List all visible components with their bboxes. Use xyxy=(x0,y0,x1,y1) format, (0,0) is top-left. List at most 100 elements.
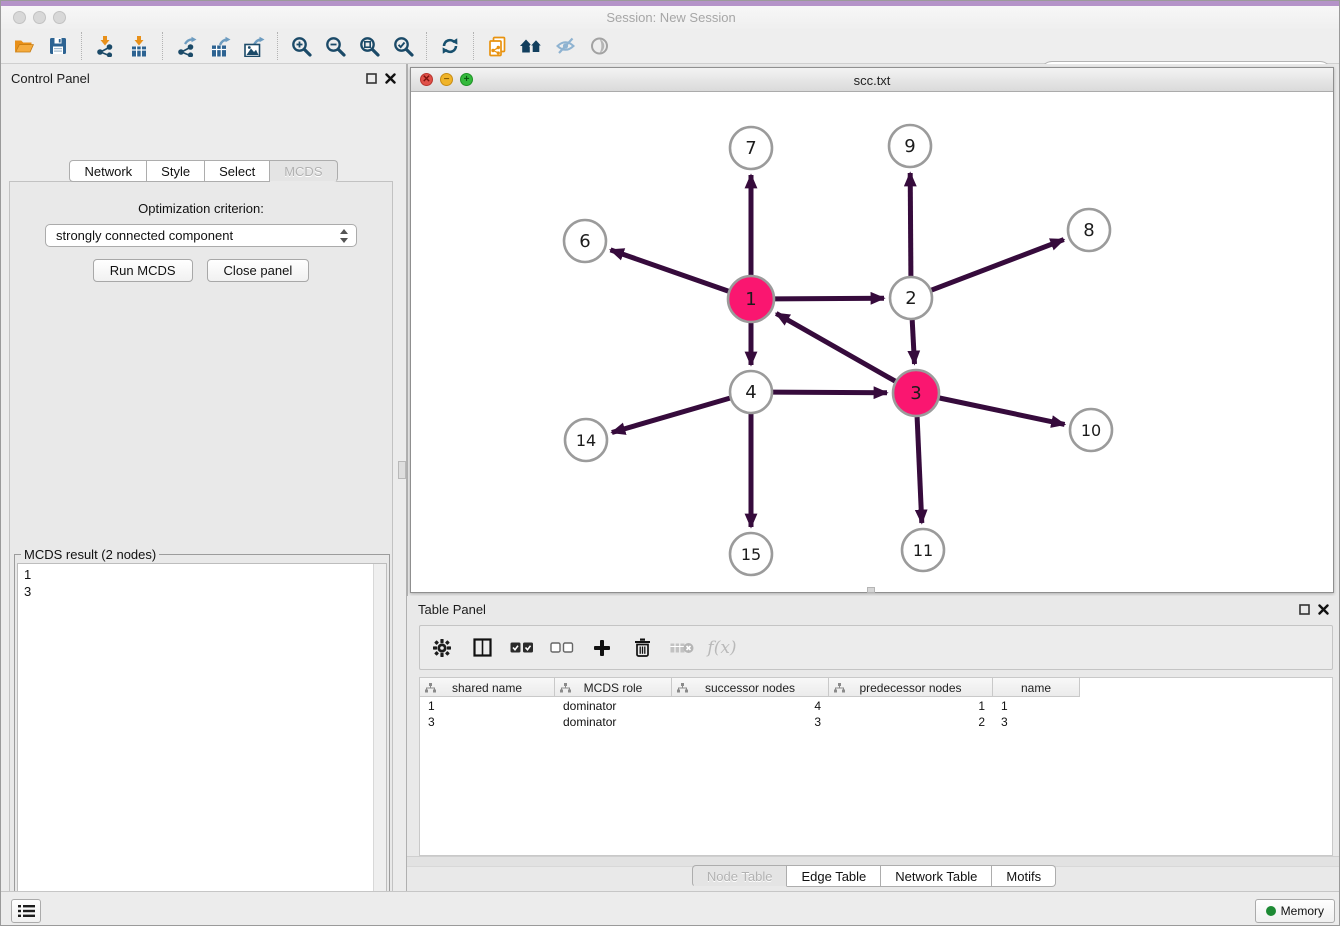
import-table-button[interactable] xyxy=(122,29,156,63)
checked-boxes-icon xyxy=(510,642,534,653)
mcds-result-list[interactable]: 13 xyxy=(17,563,387,926)
table-row[interactable]: 1dominator411 xyxy=(420,698,1080,714)
columns-icon xyxy=(473,638,492,657)
graph-edge-4-3[interactable] xyxy=(773,392,887,393)
close-panel-icon[interactable] xyxy=(383,71,397,85)
graph-node-7[interactable]: 7 xyxy=(730,127,772,169)
zoom-in-icon xyxy=(291,36,312,57)
hide-selected-button[interactable] xyxy=(548,29,582,63)
export-table-button[interactable] xyxy=(203,29,237,63)
float-panel-icon[interactable] xyxy=(364,71,378,85)
show-hidden-button[interactable] xyxy=(582,29,616,63)
close-panel-button[interactable]: Close panel xyxy=(207,259,310,282)
table-cell: 3 xyxy=(993,714,1080,730)
graph-edge-2-3[interactable] xyxy=(912,320,914,364)
column-header-successor-nodes[interactable]: successor nodes xyxy=(672,678,829,697)
node-label: 7 xyxy=(745,138,756,159)
column-header-MCDS-role[interactable]: MCDS role xyxy=(555,678,672,697)
result-scrollbar[interactable] xyxy=(373,564,386,926)
table-row[interactable]: 3dominator323 xyxy=(420,714,1080,730)
tab-style[interactable]: Style xyxy=(147,160,205,182)
export-network-button[interactable] xyxy=(169,29,203,63)
graph-edge-3-10[interactable] xyxy=(940,398,1065,424)
export-image-button[interactable] xyxy=(237,29,271,63)
graph-node-14[interactable]: 14 xyxy=(565,419,607,461)
node-label: 9 xyxy=(904,136,915,157)
node-label: 4 xyxy=(745,382,756,403)
tab-network[interactable]: Network xyxy=(69,160,147,182)
run-mcds-button[interactable]: Run MCDS xyxy=(93,259,193,282)
control-panel-title: Control Panel xyxy=(11,71,90,86)
toolbar-separator xyxy=(277,32,278,60)
node-table[interactable]: shared nameMCDS rolesuccessor nodes prede… xyxy=(419,677,1333,856)
table-settings-button[interactable] xyxy=(430,636,454,660)
view-resize-handle[interactable] xyxy=(867,587,875,593)
graph-node-2[interactable]: 2 xyxy=(890,277,932,319)
criterion-select[interactable]: strongly connected component xyxy=(45,224,357,247)
save-session-button[interactable] xyxy=(41,29,75,63)
float-table-panel-icon[interactable] xyxy=(1297,602,1311,616)
select-all-button[interactable] xyxy=(510,636,534,660)
zoom-fit-button[interactable] xyxy=(352,29,386,63)
network-window-titlebar[interactable]: ✕ − + scc.txt xyxy=(411,68,1333,92)
column-header-predecessor-nodes[interactable]: predecessor nodes xyxy=(829,678,993,697)
graph-edge-2-9[interactable] xyxy=(910,173,911,276)
zoom-out-button[interactable] xyxy=(318,29,352,63)
close-table-panel-icon[interactable] xyxy=(1316,602,1330,616)
control-panel-header: Control Panel xyxy=(1,64,406,92)
clone-network-button[interactable] xyxy=(480,29,514,63)
column-header-shared-name[interactable]: shared name xyxy=(420,678,555,697)
zoom-in-button[interactable] xyxy=(284,29,318,63)
hierarchy-icon xyxy=(425,683,436,693)
column-header-label: predecessor nodes xyxy=(859,681,961,695)
tab-motifs[interactable]: Motifs xyxy=(992,865,1056,887)
table-cell: 2 xyxy=(829,714,993,730)
function-builder-button-disabled[interactable]: f(x) xyxy=(710,636,734,660)
toolbar-separator xyxy=(473,32,474,60)
refresh-layout-button[interactable] xyxy=(433,29,467,63)
create-column-button[interactable] xyxy=(590,636,614,660)
open-session-button[interactable] xyxy=(7,29,41,63)
titlebar[interactable]: Session: New Session xyxy=(1,6,1340,29)
toolbar-separator xyxy=(426,32,427,60)
graph-node-9[interactable]: 9 xyxy=(889,125,931,167)
task-history-button[interactable] xyxy=(11,899,41,923)
import-network-icon xyxy=(95,36,115,57)
hierarchy-icon xyxy=(677,683,688,693)
table-cell: dominator xyxy=(555,698,672,714)
graph-node-6[interactable]: 6 xyxy=(564,220,606,262)
zoom-selected-button[interactable] xyxy=(386,29,420,63)
home-button[interactable] xyxy=(514,29,548,63)
select-stepper-icon xyxy=(339,229,349,243)
tab-network-table[interactable]: Network Table xyxy=(881,865,992,887)
graph-node-3[interactable]: 3 xyxy=(893,370,939,416)
divider-handle[interactable] xyxy=(398,461,406,479)
import-network-button[interactable] xyxy=(88,29,122,63)
column-header-name[interactable]: name xyxy=(993,678,1080,697)
tab-edge-table[interactable]: Edge Table xyxy=(787,865,881,887)
graph-node-11[interactable]: 11 xyxy=(902,529,944,571)
graph-edge-1-6[interactable] xyxy=(611,250,729,291)
graph-node-15[interactable]: 15 xyxy=(730,533,772,575)
graph-node-4[interactable]: 4 xyxy=(730,371,772,413)
show-columns-button[interactable] xyxy=(470,636,494,660)
graph-node-8[interactable]: 8 xyxy=(1068,209,1110,251)
list-icon xyxy=(18,904,35,918)
delete-column-button[interactable] xyxy=(630,636,654,660)
tab-select[interactable]: Select xyxy=(205,160,270,182)
tab-mcds[interactable]: MCDS xyxy=(270,160,337,182)
graph-edge-3-11[interactable] xyxy=(917,417,922,523)
delete-table-button-disabled[interactable] xyxy=(670,636,694,660)
network-canvas[interactable]: 7 9 6 8 1 2 4 3 14 10 15 11 xyxy=(411,92,1333,592)
graph-node-10[interactable]: 10 xyxy=(1070,409,1112,451)
graph-edge-3-1[interactable] xyxy=(776,313,895,381)
graph-node-1[interactable]: 1 xyxy=(728,276,774,322)
deselect-all-button[interactable] xyxy=(550,636,574,660)
node-label: 1 xyxy=(745,289,756,310)
graph-edge-4-14[interactable] xyxy=(612,398,730,432)
mcds-result-lines: 13 xyxy=(24,566,380,600)
tab-node-table[interactable]: Node Table xyxy=(692,865,788,887)
memory-button[interactable]: Memory xyxy=(1255,899,1335,923)
graph-edge-1-2[interactable] xyxy=(775,298,884,299)
graph-edge-2-8[interactable] xyxy=(932,240,1064,291)
